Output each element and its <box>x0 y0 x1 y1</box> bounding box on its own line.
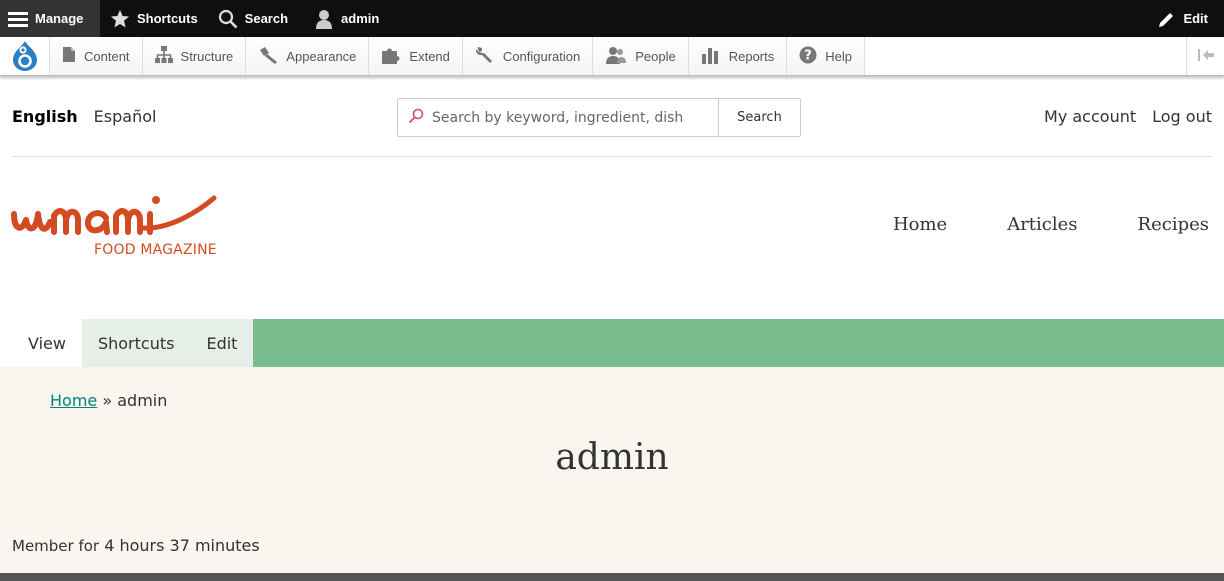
my-account-link[interactable]: My account <box>1044 107 1136 126</box>
search-field <box>397 98 718 137</box>
nav-recipes[interactable]: Recipes <box>1138 214 1209 235</box>
breadcrumb-separator: » <box>102 391 113 410</box>
language-switcher: English Español <box>12 107 156 126</box>
tray-item-structure[interactable]: Structure <box>142 37 247 75</box>
language-spanish[interactable]: Español <box>94 107 157 126</box>
local-tasks-tabs: View Shortcuts Edit <box>12 319 1224 367</box>
breadcrumb-home-link[interactable]: Home <box>50 391 97 410</box>
tab-view[interactable]: View <box>12 319 82 367</box>
manage-button[interactable]: Manage <box>0 0 100 37</box>
hamburger-icon <box>8 11 28 27</box>
tray-item-appearance[interactable]: Appearance <box>246 37 370 75</box>
bar-chart-icon <box>701 46 721 67</box>
user-button[interactable]: admin <box>298 0 389 37</box>
header-divider <box>12 156 1212 157</box>
umami-logo-icon <box>11 195 217 235</box>
search-submit-button[interactable]: Search <box>718 98 801 137</box>
tray-item-content[interactable]: Content <box>50 37 143 75</box>
search-form: Search <box>397 98 801 137</box>
svg-text:?: ? <box>804 48 812 63</box>
drupal-logo[interactable] <box>0 37 50 75</box>
tray-item-extend[interactable]: Extend <box>369 37 463 75</box>
star-icon <box>110 9 130 29</box>
tray-item-help[interactable]: ? Help <box>787 37 865 75</box>
tray-item-reports[interactable]: Reports <box>688 37 788 75</box>
user-icon <box>314 9 334 29</box>
search-icon <box>218 9 238 29</box>
tab-edit[interactable]: Edit <box>190 319 254 367</box>
tray-item-configuration[interactable]: Configuration <box>462 37 594 75</box>
nav-home[interactable]: Home <box>893 214 947 235</box>
puzzle-icon <box>381 46 401 67</box>
collapse-tray-button[interactable] <box>1186 37 1224 75</box>
logo-tagline: FOOD MAGAZINE <box>94 242 217 258</box>
tray-item-people[interactable]: People <box>593 37 689 75</box>
sitemap-icon <box>154 46 173 66</box>
magnifier-icon <box>408 108 424 128</box>
site-logo[interactable]: FOOD MAGAZINE <box>10 192 220 264</box>
breadcrumb: Home » admin <box>50 391 167 410</box>
paintbrush-icon <box>258 46 278 67</box>
pencil-icon <box>1158 10 1176 28</box>
member-for-value: 4 hours 37 minutes <box>104 536 260 555</box>
manage-label: Manage <box>35 11 84 26</box>
people-icon <box>605 46 627 67</box>
member-for-label: Member for <box>12 537 100 555</box>
account-menu: My account Log out <box>1044 107 1212 126</box>
search-button[interactable]: Search <box>208 0 298 37</box>
user-label: admin <box>341 11 380 26</box>
shortcuts-label: Shortcuts <box>137 11 198 26</box>
page-title: admin <box>555 437 669 478</box>
tab-shortcuts[interactable]: Shortcuts <box>81 319 191 367</box>
nav-articles[interactable]: Articles <box>1007 214 1077 235</box>
main-content: Home » admin admin Member for 4 hours 37… <box>0 367 1224 573</box>
search-input[interactable] <box>432 109 718 126</box>
search-label: Search <box>244 11 289 26</box>
main-navigation: Home Articles Recipes <box>893 214 1209 235</box>
help-icon: ? <box>799 46 817 67</box>
footer-strip <box>0 573 1224 581</box>
page-icon <box>62 46 76 66</box>
collapse-arrow-icon <box>1197 48 1215 65</box>
breadcrumb-current: admin <box>117 391 168 410</box>
member-for: Member for 4 hours 37 minutes <box>12 536 260 555</box>
edit-button[interactable]: Edit <box>1148 0 1224 37</box>
log-out-link[interactable]: Log out <box>1152 107 1212 126</box>
admin-tray: Content Structure Appearance Extend Conf… <box>0 37 1224 76</box>
admin-toolbar: Manage Shortcuts Search admin Edit <box>0 0 1224 37</box>
language-english[interactable]: English <box>12 107 78 126</box>
shortcuts-button[interactable]: Shortcuts <box>100 0 208 37</box>
edit-label: Edit <box>1183 11 1208 26</box>
wrench-icon <box>475 45 495 67</box>
